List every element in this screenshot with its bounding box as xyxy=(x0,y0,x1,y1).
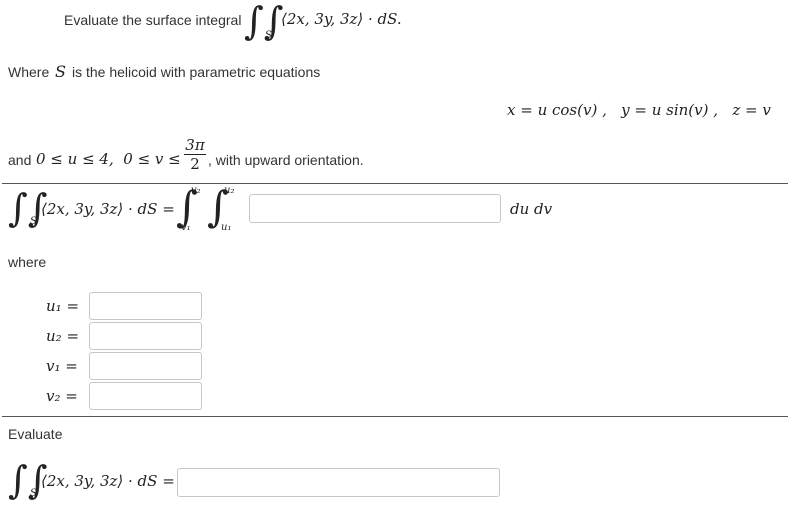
prompt-integrand: ⟨2x, 3y, 3z⟩ · dS. xyxy=(281,10,402,28)
evaluate-domain: S xyxy=(30,488,37,499)
inner-upper-limit: u₂ xyxy=(224,185,235,196)
u1-input[interactable] xyxy=(89,292,202,320)
where-label: where xyxy=(8,254,47,270)
range-fraction: 3π 2 xyxy=(184,137,206,172)
range-prefix: and xyxy=(8,152,32,168)
inner-lower-limit: u₁ xyxy=(221,222,232,233)
v1-label: v₁ = xyxy=(46,357,78,375)
evaluate-answer-input[interactable] xyxy=(177,468,500,497)
divider-2 xyxy=(2,416,788,417)
double-integral-symbol: ∫∫ xyxy=(244,0,284,43)
range-numerator: 3π xyxy=(185,136,205,154)
u2-label: u₂ = xyxy=(46,327,80,345)
parametric-equations: x = u cos(v) , y = u sin(v) , z = v xyxy=(507,101,771,119)
differential-text: du dv xyxy=(510,200,553,218)
range-expression: 0 ≤ u ≤ 4, 0 ≤ v ≤ xyxy=(36,150,181,168)
where-prefix: Where xyxy=(8,64,50,80)
divider-1 xyxy=(2,183,788,184)
where-variable: S xyxy=(55,62,66,81)
v2-input[interactable] xyxy=(89,382,202,410)
where-suffix: is the helicoid with parametric equation… xyxy=(72,64,321,80)
evaluate-lhs: ⟨2x, 3y, 3z⟩ · dS = xyxy=(41,472,175,490)
outer-upper-limit: v₂ xyxy=(191,185,201,196)
integrand-answer-input[interactable] xyxy=(249,194,501,223)
orientation-text: , with upward orientation. xyxy=(208,152,364,168)
setup-domain: S xyxy=(30,216,37,227)
setup-lhs: ⟨2x, 3y, 3z⟩ · dS = xyxy=(41,200,175,218)
range-denominator: 2 xyxy=(190,155,200,173)
u2-input[interactable] xyxy=(89,322,202,350)
v1-input[interactable] xyxy=(89,352,202,380)
outer-lower-limit: v₁ xyxy=(181,222,191,233)
intro-text: Evaluate the surface integral xyxy=(64,12,242,28)
v2-label: v₂ = xyxy=(46,387,78,405)
integral-domain: S xyxy=(265,30,272,41)
u1-label: u₁ = xyxy=(46,297,80,315)
evaluate-label: Evaluate xyxy=(8,426,63,442)
